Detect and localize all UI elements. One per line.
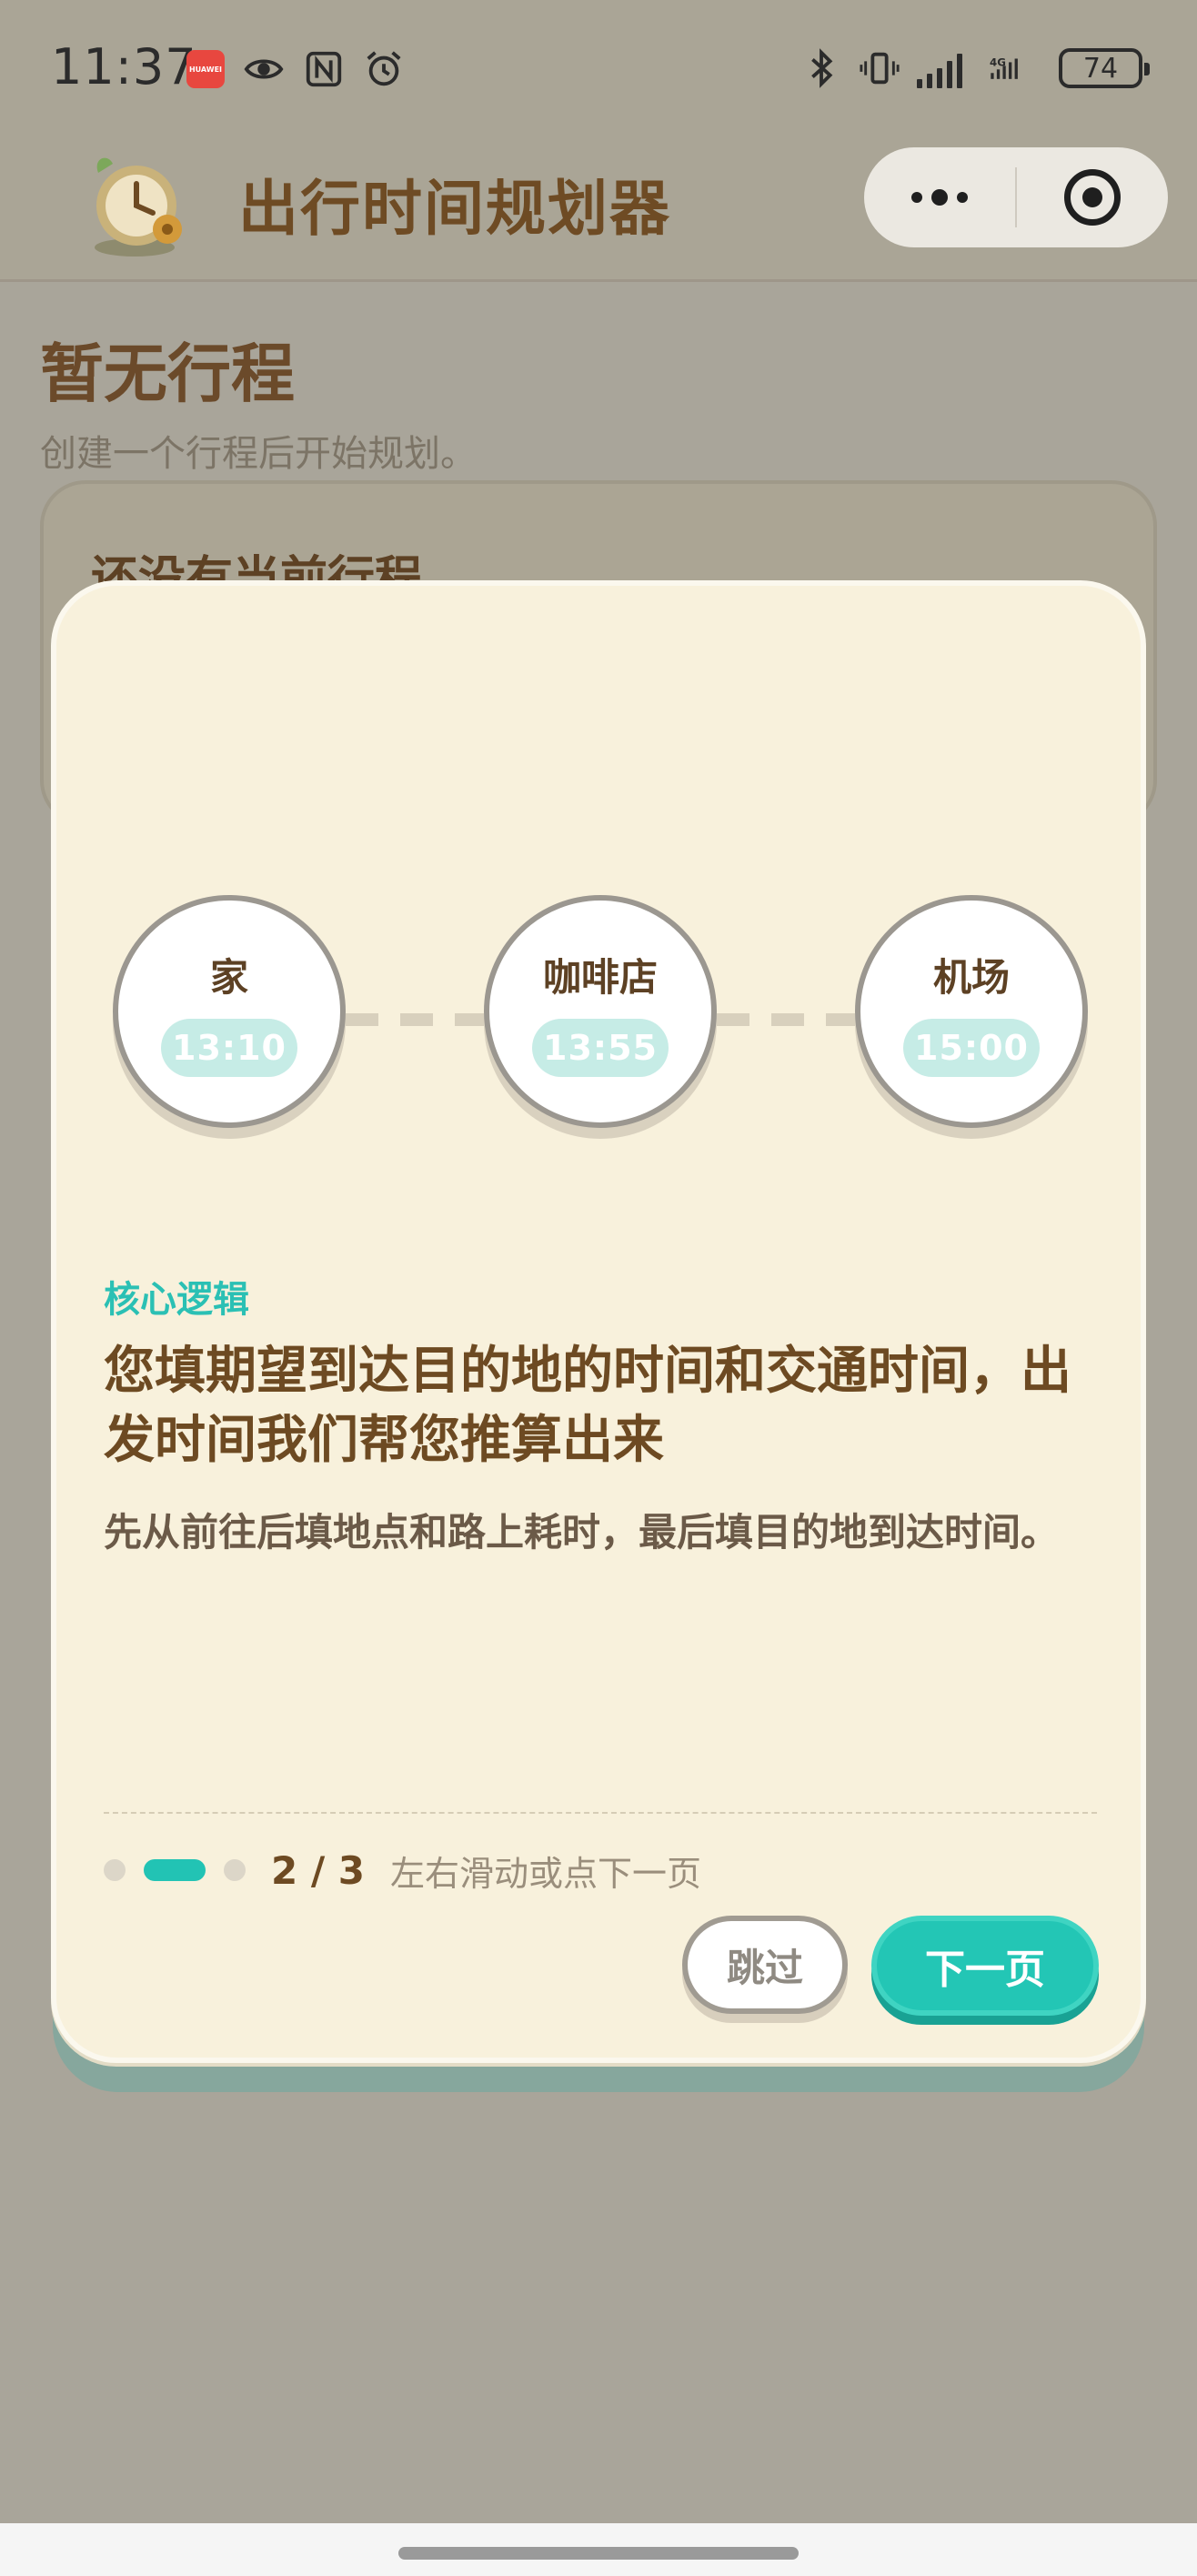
vibrate-icon xyxy=(859,47,900,89)
app-header: 出行时间规划器 xyxy=(0,136,1197,282)
eye-icon xyxy=(243,48,285,90)
status-right-icons: 4G 74 xyxy=(800,47,1150,89)
clock-logo-icon xyxy=(80,146,198,264)
pager-hint: 左右滑动或点下一页 xyxy=(390,1853,702,1894)
stop-time: 13:55 xyxy=(532,1018,669,1077)
route-stop: 咖啡店 13:55 xyxy=(484,895,717,1128)
page-counter: 2 / 3 xyxy=(271,1847,366,1893)
stop-name: 咖啡店 xyxy=(542,954,658,1000)
page-subtitle: 创建一个行程后开始规划。 xyxy=(40,433,477,475)
app-title: 出行时间规划器 xyxy=(238,174,671,244)
next-page-button[interactable]: 下一页 xyxy=(871,1916,1099,2016)
onboarding-headline: 您填期望到达目的地的时间和交通时间，出发时间我们帮您推算出来 xyxy=(104,1342,1071,1470)
status-bar: 11:37 HUAWEI 4G 74 xyxy=(0,0,1197,136)
nfc-icon xyxy=(303,48,345,90)
core-logic-label: 核心逻辑 xyxy=(104,1279,249,1321)
page-dot-active[interactable] xyxy=(144,1859,206,1881)
stop-name: 机场 xyxy=(932,954,1010,1000)
onboarding-description: 先从前往后填地点和路上耗时，最后填目的地到达时间。 xyxy=(104,1510,1060,1555)
route-stop: 家 13:10 xyxy=(113,895,346,1128)
mini-program-capsule xyxy=(864,147,1168,247)
dashed-divider xyxy=(104,1812,1097,1814)
4g-signal-icon: 4G xyxy=(979,47,1042,89)
battery-icon: 74 xyxy=(1059,48,1150,88)
status-left-icons: HUAWEI xyxy=(186,48,405,90)
route-stop: 机场 15:00 xyxy=(855,895,1088,1128)
onboarding-modal: 家 13:10 咖啡店 13:55 机场 15:00 核心逻辑 您填期望到达目的… xyxy=(51,580,1146,2063)
pager: 2 / 3 左右滑动或点下一页 xyxy=(104,1843,701,1897)
skip-button[interactable]: 跳过 xyxy=(682,1916,848,2014)
route-connector xyxy=(346,1013,484,1026)
alarm-icon xyxy=(363,48,405,90)
status-time: 11:37 xyxy=(51,38,197,96)
stop-time: 13:10 xyxy=(161,1018,297,1077)
stop-name: 家 xyxy=(209,954,248,1000)
huawei-app-icon: HUAWEI xyxy=(186,50,225,88)
page-dot[interactable] xyxy=(224,1859,246,1881)
stop-time: 15:00 xyxy=(903,1018,1040,1077)
bluetooth-icon xyxy=(800,47,842,89)
route-illustration: 家 13:10 咖啡店 13:55 机场 15:00 xyxy=(113,895,1093,1150)
page-title: 暂无行程 xyxy=(40,337,295,411)
route-connector xyxy=(717,1013,855,1026)
page-dot[interactable] xyxy=(104,1859,126,1881)
more-dots-icon[interactable] xyxy=(864,147,1015,247)
home-indicator[interactable] xyxy=(398,2547,799,2560)
battery-level: 74 xyxy=(1082,52,1119,85)
signal-icon xyxy=(917,48,962,88)
target-close-icon[interactable] xyxy=(1017,147,1168,247)
app-badge-text: HUAWEI xyxy=(188,65,223,74)
